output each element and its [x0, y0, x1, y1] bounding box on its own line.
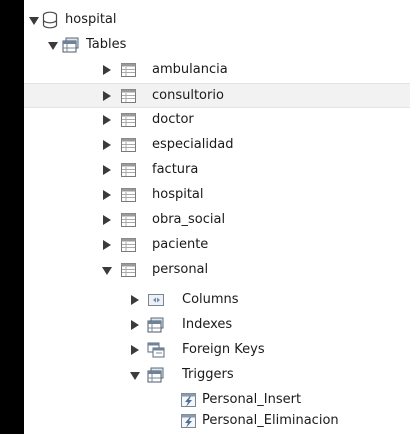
indexes-folder-icon: [147, 317, 165, 333]
expand-arrow-icon[interactable]: [103, 91, 111, 101]
tables-folder-icon: [62, 37, 80, 53]
trigger-icon: [180, 392, 198, 408]
tree-node-foreign-keys[interactable]: Foreign Keys: [24, 338, 410, 363]
tree-node-label: hospital: [65, 12, 117, 27]
trigger-icon: [180, 413, 198, 429]
tree-node-trigger-personal-eliminacion[interactable]: Personal_Eliminacion: [24, 409, 410, 434]
tree-node-label: paciente: [152, 237, 209, 252]
tree-node-table-personal[interactable]: personal: [24, 258, 410, 283]
expand-arrow-icon[interactable]: [103, 140, 111, 150]
table-icon: [120, 187, 138, 203]
tree-node-table-obra-social[interactable]: obra_social: [24, 208, 410, 233]
table-icon: [120, 62, 138, 78]
tree-node-label: Tables: [86, 37, 127, 52]
tree-node-label: doctor: [152, 112, 194, 127]
table-icon: [120, 262, 138, 278]
foreign-keys-folder-icon: [147, 342, 165, 358]
database-icon: [42, 11, 60, 29]
expand-arrow-icon[interactable]: [103, 190, 111, 200]
tree-node-label: ambulancia: [152, 62, 228, 77]
tree-node-table-ambulancia[interactable]: ambulancia: [24, 58, 410, 83]
tree-node-table-factura[interactable]: factura: [24, 158, 410, 183]
expand-arrow-icon[interactable]: [130, 372, 140, 380]
table-icon: [120, 237, 138, 253]
expand-arrow-icon[interactable]: [103, 65, 111, 75]
tree-node-triggers[interactable]: Triggers: [24, 363, 410, 388]
expand-arrow-icon[interactable]: [131, 295, 139, 305]
expand-arrow-icon[interactable]: [131, 320, 139, 330]
schema-navigator-panel: hospital Tables ambulancia consultorio d…: [24, 0, 410, 434]
tree-node-table-hospital[interactable]: hospital: [24, 183, 410, 208]
tree-node-label: obra_social: [152, 212, 226, 227]
expand-arrow-icon[interactable]: [48, 42, 58, 50]
tree-node-label: consultorio: [152, 88, 224, 103]
expand-arrow-icon[interactable]: [103, 215, 111, 225]
tree-node-label: Personal_Insert: [202, 392, 302, 407]
expand-arrow-icon[interactable]: [103, 240, 111, 250]
table-icon: [120, 137, 138, 153]
tree-node-table-consultorio[interactable]: consultorio: [24, 83, 410, 108]
tree-node-label: Foreign Keys: [182, 342, 265, 357]
expand-arrow-icon[interactable]: [131, 345, 139, 355]
table-icon: [120, 162, 138, 178]
tree-node-label: personal: [152, 262, 209, 277]
table-icon: [120, 112, 138, 128]
expand-arrow-icon[interactable]: [103, 115, 111, 125]
tree-node-columns[interactable]: Columns: [24, 288, 410, 313]
expand-arrow-icon[interactable]: [103, 165, 111, 175]
tree-node-label: especialidad: [152, 137, 234, 152]
tree-node-schema-hospital[interactable]: hospital: [24, 8, 410, 33]
tree-node-label: hospital: [152, 187, 204, 202]
tree-node-table-doctor[interactable]: doctor: [24, 108, 410, 133]
tree-node-label: factura: [152, 162, 199, 177]
tree-node-label: Columns: [182, 292, 239, 307]
tree-node-label: Triggers: [182, 367, 234, 382]
expand-arrow-icon[interactable]: [102, 267, 112, 275]
table-icon: [120, 88, 138, 104]
tree-node-indexes[interactable]: Indexes: [24, 313, 410, 338]
table-icon: [120, 212, 138, 228]
expand-arrow-icon[interactable]: [29, 17, 39, 25]
tree-node-tables-folder[interactable]: Tables: [24, 33, 410, 58]
columns-folder-icon: [147, 292, 165, 308]
tree-node-table-paciente[interactable]: paciente: [24, 233, 410, 258]
triggers-folder-icon: [147, 367, 165, 383]
tree-node-label: Personal_Eliminacion: [202, 413, 339, 428]
tree-node-label: Indexes: [182, 317, 233, 332]
tree-node-table-especialidad[interactable]: especialidad: [24, 133, 410, 158]
